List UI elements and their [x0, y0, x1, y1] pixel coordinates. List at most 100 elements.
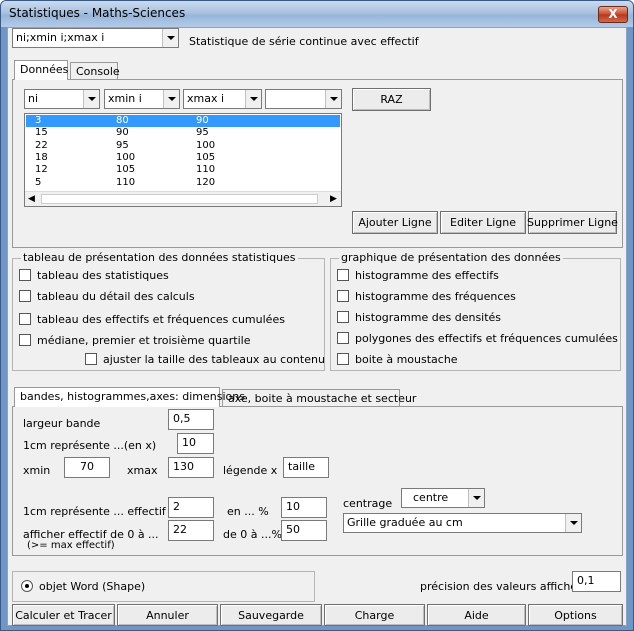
radio-word-shape[interactable]: objet Word (Shape)	[21, 580, 145, 593]
checkbox-polygones[interactable]: polygones des effectifs et fréquences cu…	[337, 332, 618, 345]
list-cell-xmax: 105	[196, 151, 216, 163]
help-button[interactable]: Aide	[427, 604, 526, 626]
grid-combo[interactable]: Grille graduée au cm	[343, 513, 582, 533]
horizontal-scrollbar[interactable]: ◀ ▶	[25, 191, 341, 206]
chevron-down-icon	[565, 514, 581, 532]
app-window: Statistiques - Maths-Sciences X ni;xmin …	[0, 0, 634, 631]
list-cell-xmax: 110	[196, 164, 216, 176]
list-item[interactable]: 12 105 110	[26, 164, 340, 176]
checkbox-label: histogramme des fréquences	[355, 290, 516, 303]
chevron-down-icon	[245, 90, 261, 108]
checkbox-detail-calculs[interactable]: tableau du détail des calculs	[19, 290, 195, 303]
title-bar: Statistiques - Maths-Sciences X	[1, 1, 633, 27]
tab-donnees[interactable]: Données	[14, 60, 68, 80]
band-width-input[interactable]: 0,5	[168, 409, 214, 430]
xmax-input[interactable]: 130	[168, 457, 214, 478]
list-cell-xmin: 80	[116, 115, 129, 126]
checkbox-histo-effectifs[interactable]: histogramme des effectifs	[337, 269, 499, 282]
raz-button[interactable]: RAZ	[352, 88, 431, 111]
load-button[interactable]: Charge	[324, 604, 425, 626]
pct-range-input[interactable]: 50	[281, 520, 327, 541]
list-item[interactable]: 3 80 90	[26, 115, 340, 127]
series-description: Statistique de série continue avec effec…	[189, 35, 419, 48]
column-label: xmin i	[108, 92, 142, 105]
show-eff-input[interactable]: 22	[168, 520, 214, 541]
band-width-label: largeur bande	[23, 417, 101, 430]
close-icon: X	[608, 7, 618, 21]
list-item[interactable]: 5 110 120	[26, 177, 340, 189]
checkbox-ajuster-taille[interactable]: ajuster la taille des tableaux au conten…	[85, 353, 325, 366]
scroll-right-icon[interactable]: ▶	[330, 194, 337, 204]
legend-x-input[interactable]: taille	[283, 457, 329, 478]
output-groupbox: objet Word (Shape)	[12, 571, 315, 602]
checkbox-histo-densites[interactable]: histogramme des densités	[337, 311, 501, 324]
column-combo-xmin[interactable]: xmin i	[104, 89, 180, 109]
calculate-button[interactable]: Calculer et Tracer	[12, 604, 115, 626]
checkbox-histo-frequences[interactable]: histogramme des fréquences	[337, 290, 516, 303]
scroll-thumb[interactable]	[41, 194, 318, 204]
checkbox-tableau-statistiques[interactable]: tableau des statistiques	[19, 269, 169, 282]
delete-row-button[interactable]: Supprimer Ligne	[527, 211, 618, 234]
precision-label: précision des valeurs affichées	[420, 580, 590, 593]
list-cell-xmax: 100	[196, 139, 216, 151]
column-combo-ni[interactable]: ni	[24, 89, 100, 109]
checkbox-label: histogramme des densités	[355, 311, 502, 324]
scroll-left-icon[interactable]: ◀	[28, 194, 35, 204]
checkbox-label: polygones des effectifs et fréquences cu…	[355, 332, 618, 345]
centering-combo[interactable]: centre	[401, 488, 485, 508]
list-cell-ni: 5	[35, 176, 42, 188]
cancel-button[interactable]: Annuler	[117, 604, 218, 626]
list-cell-ni: 3	[35, 115, 42, 126]
list-cell-xmin: 95	[116, 139, 129, 151]
x-scale-label: 1cm représente ...(en x)	[23, 439, 157, 452]
precision-input[interactable]: 0,1	[572, 571, 621, 592]
column-label: ni	[28, 92, 39, 105]
list-cell-ni: 15	[35, 127, 48, 139]
checkbox-boite-moustache[interactable]: boite à moustache	[337, 353, 458, 366]
list-cell-xmax: 90	[196, 115, 209, 126]
list-cell-ni: 12	[35, 164, 48, 176]
list-cell-xmax: 120	[196, 176, 216, 188]
list-item[interactable]: 22 95 100	[26, 140, 340, 152]
tab-dimensions[interactable]: bandes, histogrammes,axes: dimensions	[14, 387, 245, 407]
column-label: xmax i	[187, 92, 225, 105]
checkbox-label: tableau des statistiques	[37, 269, 169, 282]
checkbox-label: médiane, premier et troisième quartile	[37, 334, 251, 347]
checkbox-label: tableau des effectifs et fréquences cumu…	[37, 313, 285, 326]
tab-axe-boite[interactable]: axe, boite à moustache et secteur	[222, 389, 416, 407]
checkbox-label: ajuster la taille des tableaux au conten…	[103, 353, 325, 366]
eff-scale-label: 1cm représente ... effectif	[23, 505, 166, 518]
centering-label: centrage	[343, 497, 393, 510]
window-title: Statistiques - Maths-Sciences	[9, 6, 186, 20]
list-item[interactable]: 15 90 95	[26, 127, 340, 139]
tables-group-title: tableau de présentation des données stat…	[21, 251, 298, 264]
dimensions-panel: largeur bande 0,5 1cm représente ...(en …	[12, 406, 623, 556]
save-button[interactable]: Sauvegarde	[220, 604, 322, 626]
list-cell-ni: 18	[35, 151, 48, 163]
data-listbox[interactable]: 3 80 90 15 90 95 22 95 100 18 100 105 12 105 110 5 110 12…	[24, 113, 342, 207]
series-type-value: ni;xmin i;xmax i	[16, 31, 105, 44]
list-cell-xmin: 105	[116, 164, 136, 176]
series-type-combo[interactable]: ni;xmin i;xmax i	[12, 28, 179, 48]
list-item[interactable]: 18 100 105	[26, 152, 340, 164]
add-row-button[interactable]: Ajouter Ligne	[352, 211, 438, 234]
column-combo-xmax[interactable]: xmax i	[183, 89, 262, 109]
checkbox-label: tableau du détail des calculs	[37, 290, 195, 303]
pct-input[interactable]: 10	[281, 497, 327, 518]
chevron-down-icon	[468, 489, 484, 507]
tab-console[interactable]: Console	[70, 62, 120, 80]
xmin-input[interactable]: 70	[64, 457, 110, 478]
x-scale-input[interactable]: 10	[177, 433, 214, 454]
checkbox-effectifs-cumules[interactable]: tableau des effectifs et fréquences cumu…	[19, 313, 285, 326]
chevron-down-icon	[83, 90, 99, 108]
options-button[interactable]: Options	[528, 604, 623, 626]
edit-row-button[interactable]: Editer Ligne	[440, 211, 526, 234]
close-button[interactable]: X	[598, 6, 628, 23]
column-combo-empty[interactable]	[265, 89, 342, 109]
xmin-label: xmin	[23, 464, 51, 477]
eff-scale-input[interactable]: 2	[168, 497, 214, 518]
list-cell-xmin: 110	[116, 176, 136, 188]
chevron-down-icon	[162, 29, 178, 47]
checkbox-label: histogramme des effectifs	[355, 269, 499, 282]
checkbox-mediane-quartiles[interactable]: médiane, premier et troisième quartile	[19, 334, 251, 347]
